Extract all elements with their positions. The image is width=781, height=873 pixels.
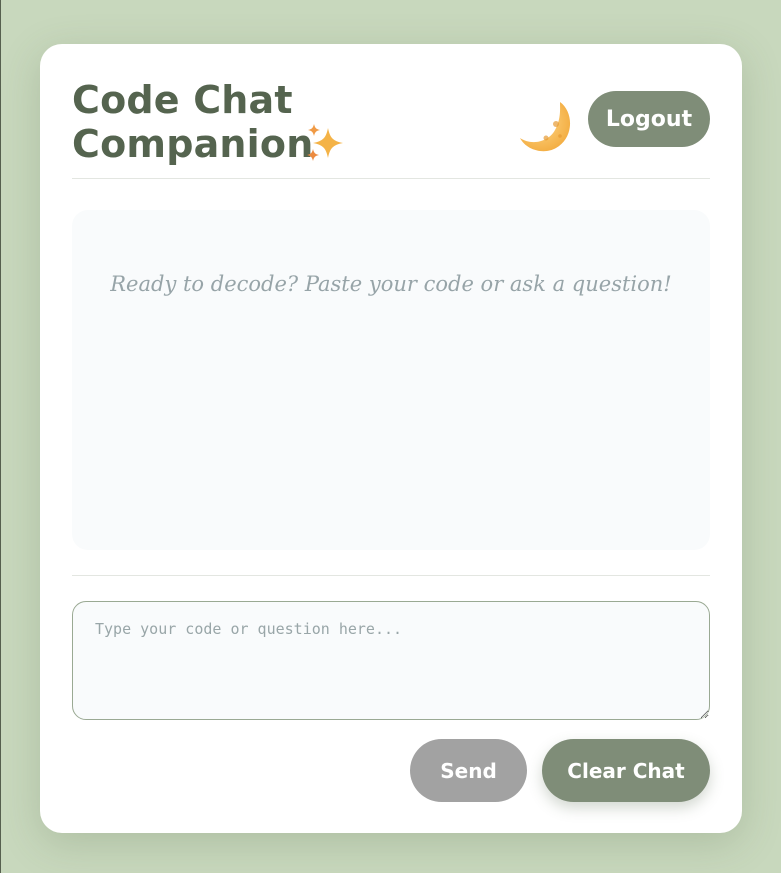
window-edge [0,0,1,873]
sparkles-icon [307,124,343,161]
chat-card: Code Chat Companion Logout Ready to deco… [40,44,742,833]
composer-divider [72,575,710,576]
chat-header: Code Chat Companion Logout [72,78,710,179]
message-input[interactable] [72,601,710,720]
logout-button[interactable]: Logout [588,91,710,147]
crescent-moon-icon[interactable] [516,98,574,156]
clear-chat-button[interactable]: Clear Chat [542,739,710,802]
send-button[interactable]: Send [410,739,527,802]
chat-messages-area[interactable]: Ready to decode? Paste your code or ask … [72,210,710,550]
chat-empty-message: Ready to decode? Paste your code or ask … [110,272,672,296]
app-title-line1: Code Chat [72,78,293,122]
